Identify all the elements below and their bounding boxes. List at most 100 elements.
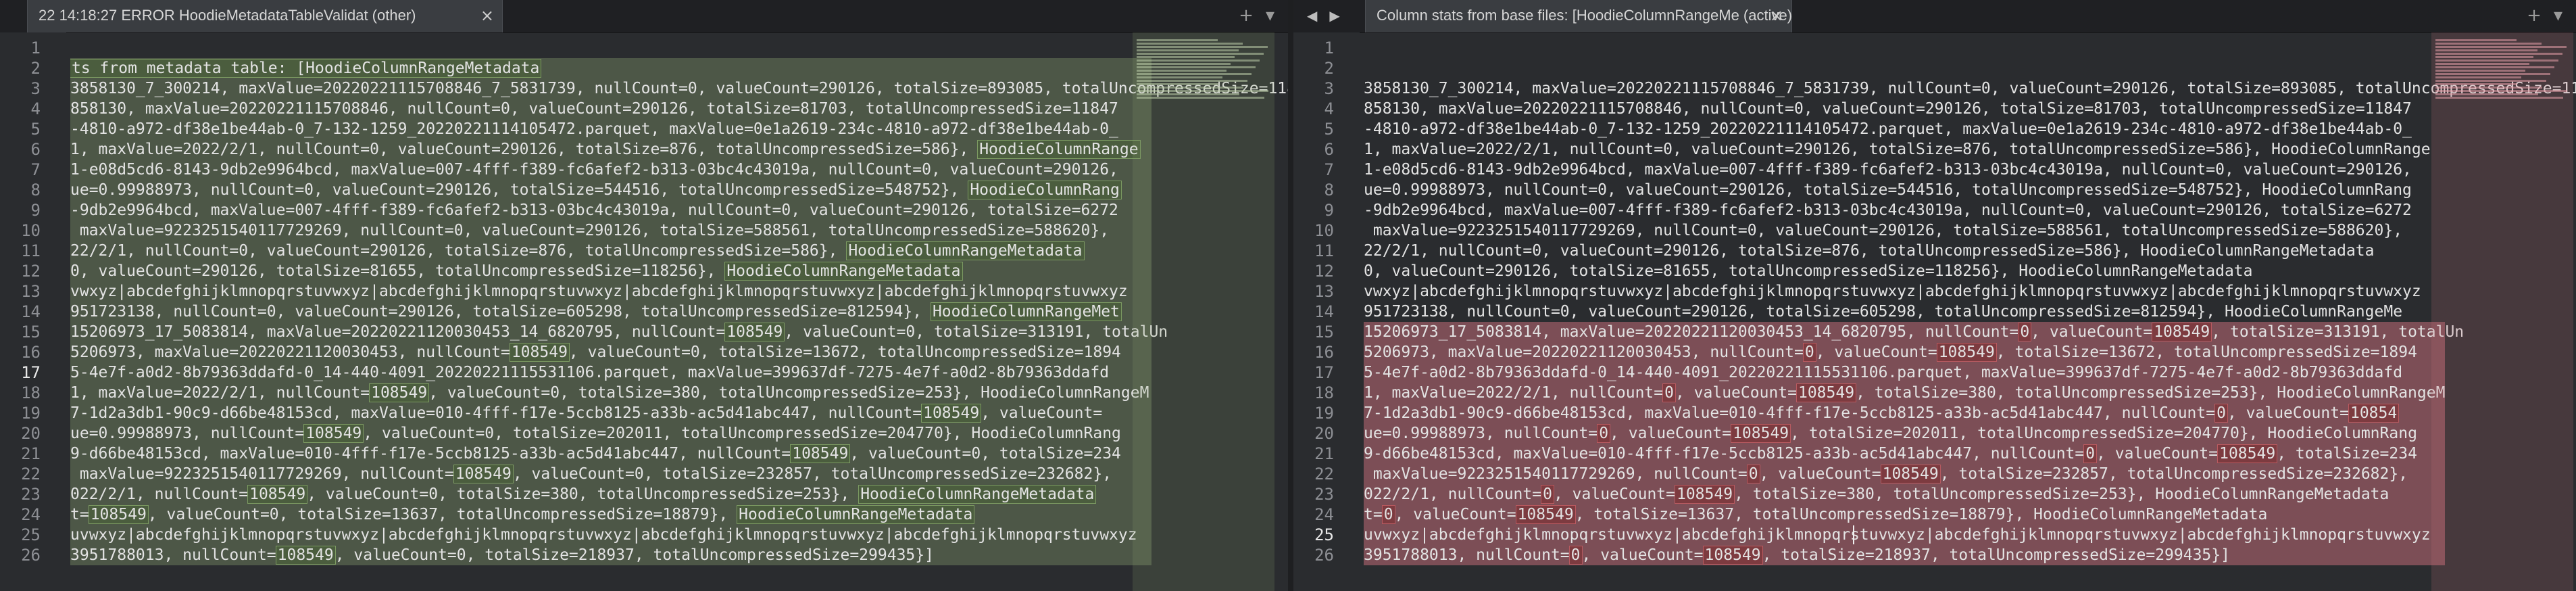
code-line[interactable]: t=0, valueCount=108549, totalSize=13637,… bbox=[1364, 504, 2267, 525]
minimap[interactable] bbox=[2431, 32, 2573, 591]
code-line[interactable]: 5206973, maxValue=20220221120030453, nul… bbox=[1364, 342, 2417, 362]
code-text: , valueCount= bbox=[1553, 486, 1675, 503]
code-text: 7-1d2a3db1-90c9-d66be48153cd, maxValue=0… bbox=[1364, 404, 2216, 422]
new-tab-icon[interactable]: + bbox=[1239, 5, 1254, 26]
code-line[interactable]: 0, valueCount=290126, totalSize=81655, t… bbox=[1364, 261, 2252, 281]
line-number: 12 bbox=[21, 262, 41, 281]
code-line[interactable]: ue=0.99988973, nullCount=0, valueCount=1… bbox=[1364, 423, 2417, 444]
code-line[interactable]: 951723138, nullCount=0, valueCount=29012… bbox=[70, 302, 1122, 322]
minimap-line bbox=[1137, 56, 1235, 58]
code-text: 1, maxValue=2022/2/1, nullCount= bbox=[1364, 384, 1664, 402]
code-line[interactable]: maxValue=9223251540117729269, nullCount=… bbox=[70, 464, 1112, 484]
left-editor-pane[interactable]: 22 14:18:27 ERROR HoodieMetadataTableVal… bbox=[0, 0, 1288, 591]
pane-divider[interactable] bbox=[1288, 0, 1293, 591]
code-line[interactable]: -9db2e9964bcd, maxValue=007-4fff-f389-fc… bbox=[1364, 200, 2412, 220]
arrow-right-icon[interactable]: ▶ bbox=[1329, 7, 1339, 24]
code-line[interactable]: ue=0.99988973, nullCount=0, valueCount=2… bbox=[70, 180, 1122, 200]
code-text: , valueCount= bbox=[1394, 506, 1516, 523]
code-line[interactable]: 15206973_17_5083814, maxValue=2022022112… bbox=[1364, 322, 2464, 342]
code-line[interactable]: ue=0.99988973, nullCount=108549, valueCo… bbox=[70, 423, 1121, 444]
code-line[interactable]: 022/2/1, nullCount=0, valueCount=108549,… bbox=[1364, 484, 2389, 504]
code-text: 5-4e7f-a0d2-8b79363ddafd-0_14-440-4091_2… bbox=[70, 364, 1110, 381]
minimap-line bbox=[1137, 80, 1247, 82]
chevron-down-icon[interactable]: ▾ bbox=[2554, 5, 2562, 26]
code-line[interactable]: -4810-a972-df38e1be44ab-0_7-132-1259_202… bbox=[1364, 119, 2412, 139]
code-line[interactable]: 5-4e7f-a0d2-8b79363ddafd-0_14-440-4091_2… bbox=[70, 362, 1109, 383]
code-line[interactable]: vwxyz|abcdefghijklmnopqrstuvwxyz|abcdefg… bbox=[70, 281, 1128, 302]
code-line[interactable]: vwxyz|abcdefghijklmnopqrstuvwxyz|abcdefg… bbox=[1364, 281, 2421, 302]
code-line[interactable]: ts from metadata table: [HoodieColumnRan… bbox=[70, 58, 542, 78]
code-line[interactable]: -9db2e9964bcd, maxValue=007-4fff-f389-fc… bbox=[70, 200, 1118, 220]
highlighted-token: 0 bbox=[1597, 424, 1611, 443]
minimap-line bbox=[2435, 53, 2562, 55]
code-line[interactable]: 7-1d2a3db1-90c9-d66be48153cd, maxValue=0… bbox=[1364, 403, 2400, 423]
code-line[interactable]: ue=0.99988973, nullCount=0, valueCount=2… bbox=[1364, 180, 2412, 200]
code-text: , totalSize=218937, totalUncompressedSiz… bbox=[1762, 546, 2230, 564]
code-text: maxValue=9223251540117729269, nullCount=… bbox=[1364, 222, 2403, 239]
code-line[interactable]: 1-e08d5cd6-8143-9db2e9964bcd, maxValue=0… bbox=[1364, 160, 2412, 180]
right-editor-pane[interactable]: ◀ ▶ Column stats from base files: [Hoodie… bbox=[1293, 0, 2576, 591]
line-number: 13 bbox=[21, 282, 41, 301]
code-line[interactable]: maxValue=9223251540117729269, nullCount=… bbox=[1364, 464, 2408, 484]
code-line[interactable]: 7-1d2a3db1-90c9-d66be48153cd, maxValue=0… bbox=[70, 403, 1102, 423]
highlighted-token: 108549 bbox=[1515, 505, 1576, 524]
highlighted-token: HoodieColumnRangeMetadata bbox=[737, 505, 975, 524]
code-line[interactable]: 858130, maxValue=20220221115708846, null… bbox=[1364, 99, 2412, 119]
code-line[interactable]: 3951788013, nullCount=108549, valueCount… bbox=[70, 545, 934, 565]
code-line[interactable]: 3858130_7_300214, maxValue=2022022111570… bbox=[70, 78, 1288, 99]
code-text: , valueCount= bbox=[1581, 546, 1704, 564]
code-text: 15206973_17_5083814, maxValue=2022022112… bbox=[70, 323, 726, 341]
tab-hoodie-error-log[interactable]: 22 14:18:27 ERROR HoodieMetadataTableVal… bbox=[27, 0, 503, 32]
line-number: 26 bbox=[21, 546, 41, 565]
code-text: 951723138, nullCount=0, valueCount=29012… bbox=[70, 303, 931, 321]
code-line[interactable]: uvwxyz|abcdefghijklmnopqrstuvwxyz|abcdef… bbox=[1364, 525, 2431, 545]
code-line[interactable]: 1, maxValue=2022/2/1, nullCount=0, value… bbox=[1364, 383, 2445, 403]
highlighted-token: 108549 bbox=[1674, 485, 1735, 504]
code-line[interactable]: 858130, maxValue=20220221115708846, null… bbox=[70, 99, 1118, 119]
code-line[interactable]: 5206973, maxValue=20220221120030453, nul… bbox=[70, 342, 1121, 362]
code-text: , valueCount=0, totalSize=232857, totalU… bbox=[512, 465, 1112, 483]
code-line[interactable]: 3858130_7_300214, maxValue=2022022111570… bbox=[1364, 78, 2576, 99]
code-line[interactable]: t=108549, valueCount=0, totalSize=13637,… bbox=[70, 504, 975, 525]
line-number: 14 bbox=[1314, 302, 1334, 321]
code-line[interactable]: -4810-a972-df38e1be44ab-0_7-132-1259_202… bbox=[70, 119, 1118, 139]
close-icon[interactable]: × bbox=[480, 0, 494, 31]
code-line[interactable]: maxValue=9223251540117729269, nullCount=… bbox=[1364, 220, 2402, 241]
code-text: , valueCount=0, totalSize=202011, totalU… bbox=[363, 425, 1121, 442]
code-line[interactable]: maxValue=9223251540117729269, nullCount=… bbox=[70, 220, 1109, 241]
minimap-line bbox=[2435, 66, 2554, 68]
code-line[interactable]: 9-d66be48153cd, maxValue=010-4fff-f17e-5… bbox=[1364, 444, 2417, 464]
code-line[interactable]: 1-e08d5cd6-8143-9db2e9964bcd, maxValue=0… bbox=[70, 160, 1118, 180]
code-line[interactable]: 0, valueCount=290126, totalSize=81655, t… bbox=[70, 261, 963, 281]
code-line[interactable]: 1, maxValue=2022/2/1, nullCount=108549, … bbox=[70, 383, 1149, 403]
code-line[interactable]: 9-d66be48153cd, maxValue=010-4fff-f17e-5… bbox=[70, 444, 1121, 464]
code-text: , totalSize=232857, totalUncompressedSiz… bbox=[1939, 465, 2408, 483]
code-line[interactable]: 1, maxValue=2022/2/1, nullCount=0, value… bbox=[1364, 139, 2431, 160]
code-line[interactable]: 22/2/1, nullCount=0, valueCount=290126, … bbox=[70, 241, 1085, 261]
line-number: 18 bbox=[1314, 383, 1334, 402]
close-icon[interactable]: × bbox=[1770, 0, 1783, 31]
code-area[interactable]: 3858130_7_300214, maxValue=2022022111570… bbox=[1364, 32, 2576, 591]
line-number: 11 bbox=[21, 241, 41, 260]
code-line[interactable]: 951723138, nullCount=0, valueCount=29012… bbox=[1364, 302, 2402, 322]
code-text: maxValue=9223251540117729269, nullCount= bbox=[70, 465, 454, 483]
code-line[interactable]: 15206973_17_5083814, maxValue=2022022112… bbox=[70, 322, 1168, 342]
code-text: , valueCount= bbox=[2031, 323, 2153, 341]
minimap-line bbox=[1137, 83, 1218, 85]
new-tab-icon[interactable]: + bbox=[2527, 5, 2542, 26]
arrow-left-icon[interactable]: ◀ bbox=[1307, 7, 1317, 24]
line-number: 2 bbox=[1324, 59, 1334, 78]
chevron-down-icon[interactable]: ▾ bbox=[1266, 5, 1274, 26]
code-line[interactable]: 22/2/1, nullCount=0, valueCount=290126, … bbox=[1364, 241, 2375, 261]
tab-column-stats[interactable]: Column stats from base files: [HoodieCol… bbox=[1365, 0, 1792, 32]
code-text: 0, valueCount=290126, totalSize=81655, t… bbox=[70, 262, 726, 280]
minimap[interactable] bbox=[1133, 32, 1274, 591]
line-number: 1 bbox=[1324, 39, 1334, 57]
minimap-line bbox=[1137, 46, 1268, 48]
code-area[interactable]: ts from metadata table: [HoodieColumnRan… bbox=[70, 32, 1288, 591]
code-line[interactable]: 1, maxValue=2022/2/1, nullCount=0, value… bbox=[70, 139, 1141, 160]
code-line[interactable]: 5-4e7f-a0d2-8b79363ddafd-0_14-440-4091_2… bbox=[1364, 362, 2402, 383]
code-line[interactable]: 022/2/1, nullCount=108549, valueCount=0,… bbox=[70, 484, 1097, 504]
code-line[interactable]: uvwxyz|abcdefghijklmnopqrstuvwxyz|abcdef… bbox=[70, 525, 1137, 545]
code-line[interactable]: 3951788013, nullCount=0, valueCount=1085… bbox=[1364, 545, 2230, 565]
